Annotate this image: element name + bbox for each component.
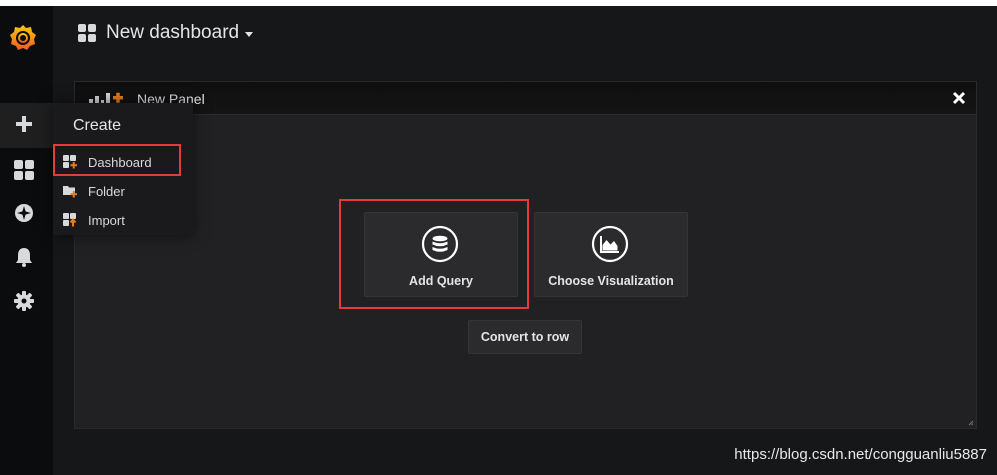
close-icon[interactable] <box>952 91 966 105</box>
add-query-label: Add Query <box>409 274 473 288</box>
dashboard-plus-icon <box>63 155 77 169</box>
watermark-url: https://blog.csdn.net/congguanliu5887 <box>734 446 987 463</box>
create-dashboard-item[interactable]: Dashboard <box>63 149 152 175</box>
bell-icon[interactable] <box>11 244 37 270</box>
dashboard-grid-icon <box>78 24 96 42</box>
choose-visualization-button[interactable]: Choose Visualization <box>534 212 688 297</box>
create-import-item[interactable]: Import <box>63 207 125 233</box>
add-query-button[interactable]: Add Query <box>364 212 518 297</box>
create-menu-title: Create <box>73 117 122 134</box>
dashboard-title: New dashboard <box>106 22 240 43</box>
choose-visualization-label: Choose Visualization <box>548 274 674 288</box>
resize-handle-icon[interactable] <box>968 420 974 426</box>
area-chart-icon <box>591 225 629 263</box>
caret-down-icon <box>245 32 254 37</box>
new-panel: New Panel <box>74 81 977 429</box>
create-folder-item[interactable]: Folder <box>63 178 125 204</box>
create-folder-label: Folder <box>88 183 125 199</box>
top-border <box>0 0 997 6</box>
dashboards-grid-icon[interactable] <box>11 157 37 183</box>
compass-icon[interactable] <box>11 200 37 226</box>
plus-icon[interactable] <box>11 111 37 137</box>
create-dashboard-label: Dashboard <box>88 154 152 170</box>
create-import-label: Import <box>88 212 125 228</box>
create-dropdown: Create Dashboard Folder Import <box>53 103 193 235</box>
grafana-logo-icon[interactable] <box>7 22 39 54</box>
side-menu <box>0 6 53 475</box>
panel-header: New Panel <box>75 82 976 115</box>
gear-icon[interactable] <box>11 288 37 314</box>
convert-to-row-button[interactable]: Convert to row <box>468 320 582 354</box>
dashboard-picker[interactable]: New dashboard <box>78 22 254 44</box>
folder-plus-icon <box>63 184 77 198</box>
database-icon <box>421 225 459 263</box>
import-icon <box>63 213 77 227</box>
